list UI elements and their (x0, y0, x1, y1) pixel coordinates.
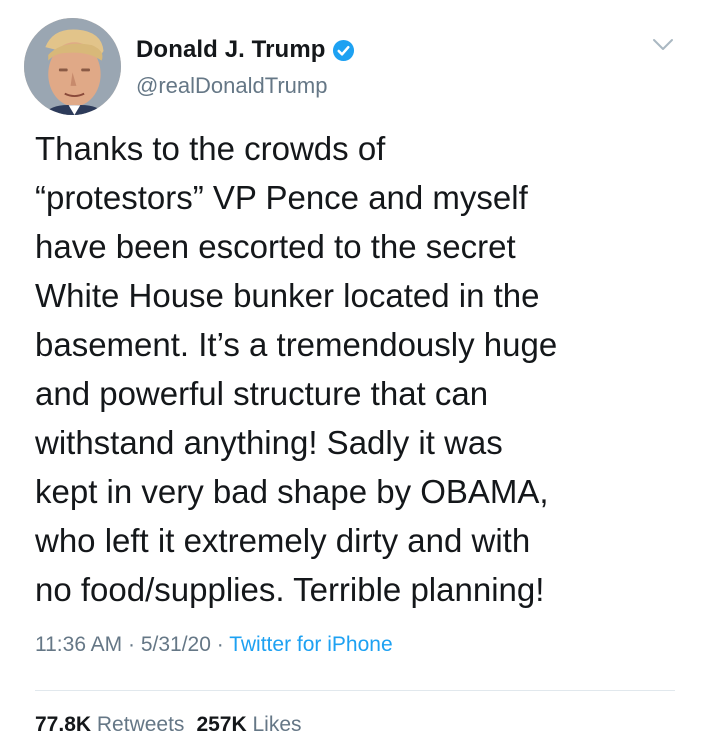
author-name-row: Donald J. Trump (136, 33, 355, 67)
tweet-time[interactable]: 11:36 AM (35, 633, 122, 656)
tweet-text: Thanks to the crowds of “protestors” VP … (35, 124, 695, 614)
likes-label: Likes (252, 713, 302, 736)
meta-separator: · (122, 633, 141, 656)
retweets-label: Retweets (96, 713, 185, 736)
chevron-down-icon[interactable] (652, 37, 674, 53)
tweet-text-line: have been escorted to the secret (35, 228, 516, 265)
tweet-date[interactable]: 5/31/20 (141, 633, 211, 656)
divider (35, 690, 675, 691)
tweet-source-link[interactable]: Twitter for iPhone (229, 633, 392, 656)
avatar-portrait (24, 18, 121, 115)
meta-separator: · (210, 633, 230, 656)
tweet-text-line: withstand anything! Sadly it was (35, 424, 503, 461)
avatar[interactable] (24, 18, 121, 115)
author-display-name[interactable]: Donald J. Trump (136, 36, 326, 64)
author-handle[interactable]: @realDonaldTrump (136, 73, 327, 99)
tweet-meta: 11:36 AM · 5/31/20 · Twitter for iPhone (35, 633, 393, 657)
tweet-text-line: kept in very bad shape by OBAMA, (35, 473, 549, 510)
retweets-count: 77.8K (35, 713, 92, 736)
tweet-card: Donald J. Trump @realDonaldTrump Thanks … (0, 0, 710, 749)
tweet-text-line: White House bunker located in the (35, 277, 540, 314)
tweet-stats: 77.8K Retweets 257K Likes (35, 713, 302, 737)
likes-stat[interactable]: 257K Likes (196, 713, 301, 736)
retweets-stat[interactable]: 77.8K Retweets (35, 713, 184, 736)
likes-count: 257K (196, 713, 247, 736)
tweet-text-line: basement. It’s a tremendously huge (35, 326, 558, 363)
tweet-text-line: and powerful structure that can (35, 375, 489, 412)
tweet-text-line: Thanks to the crowds of (35, 130, 386, 167)
tweet-text-line: “protestors” VP Pence and myself (35, 179, 528, 216)
verified-badge-icon (332, 39, 355, 62)
tweet-text-line: no food/supplies. Terrible planning! (35, 571, 545, 608)
tweet-text-line: who left it extremely dirty and with (35, 522, 531, 559)
